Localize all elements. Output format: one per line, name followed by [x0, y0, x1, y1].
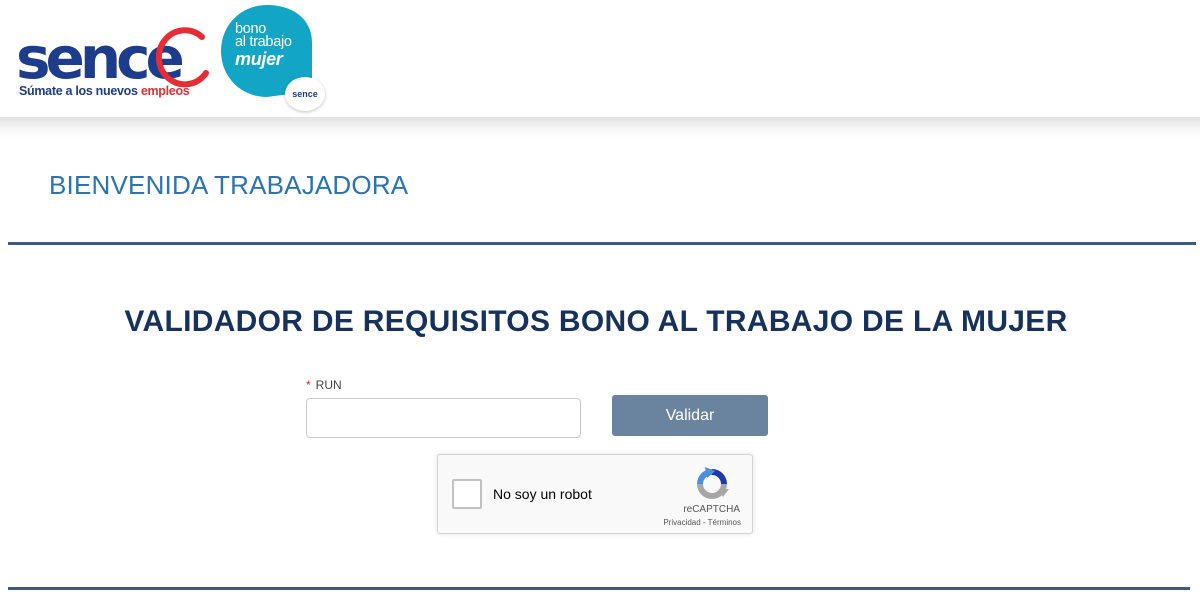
recaptcha-checkbox[interactable]	[452, 479, 482, 509]
sence-tagline: Súmate a los nuevos empleos	[19, 84, 190, 98]
page-header: sence Súmate a los nuevos empleos bono a…	[0, 0, 1200, 117]
recaptcha-icon	[697, 467, 729, 499]
validar-button[interactable]: Validar	[612, 395, 768, 436]
sence-badge: sence	[285, 77, 325, 111]
run-input[interactable]	[306, 398, 581, 438]
recaptcha-brand: reCAPTCHA	[683, 504, 740, 515]
recaptcha-label: No soy un robot	[493, 486, 592, 502]
bono-logo-text: bono al trabajo mujer	[235, 21, 292, 69]
required-mark: *	[306, 378, 311, 392]
sence-e-icon	[156, 27, 209, 88]
page-title: VALIDADOR DE REQUISITOS BONO AL TRABAJO …	[124, 305, 1068, 338]
recaptcha-links[interactable]: Privacidad - Términos	[663, 518, 741, 527]
divider	[8, 587, 1190, 590]
recaptcha-widget: No soy un robot reCAPTCHA Privacidad - T…	[437, 454, 753, 534]
divider	[8, 242, 1196, 245]
welcome-title: BIENVENIDA TRABAJADORA	[49, 170, 409, 200]
run-label: * RUN	[306, 378, 342, 392]
bono-trabajo-mujer-logo[interactable]: bono al trabajo mujer sence	[217, 1, 329, 113]
sence-logo[interactable]: sence Súmate a los nuevos empleos	[16, 20, 216, 102]
header-shadow	[0, 117, 1200, 139]
